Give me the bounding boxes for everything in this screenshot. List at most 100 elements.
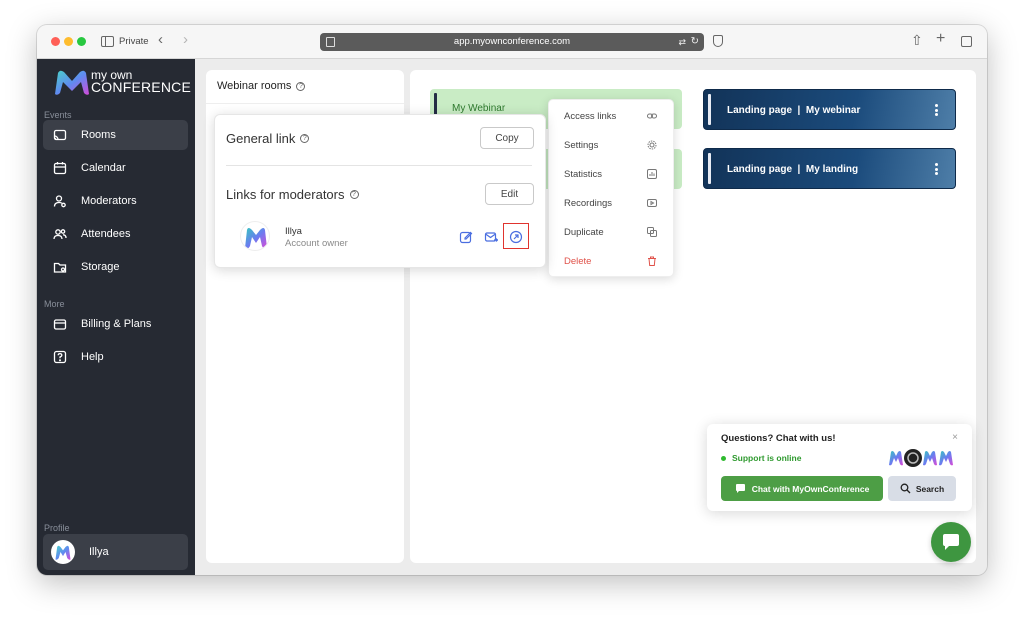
help-circle-icon[interactable]: ?: [349, 190, 359, 199]
zoom-window-button[interactable]: [77, 37, 86, 46]
edit-icon[interactable]: [459, 230, 473, 244]
divider: [206, 103, 404, 104]
wallet-icon: [53, 317, 67, 331]
landing-card-my-landing[interactable]: Landing page | My landing: [703, 148, 956, 189]
edit-button[interactable]: Edit: [485, 183, 534, 205]
moderators-links-heading: Links for moderators ?: [226, 187, 359, 202]
send-email-icon[interactable]: [484, 230, 498, 244]
moderators-links-title: Links for moderators: [226, 187, 345, 202]
highlight-box: [503, 223, 529, 249]
calendar-icon: [53, 161, 67, 175]
browser-titlebar: Private ‹ › app.myownconference.com ⇄ ↻ …: [37, 25, 987, 59]
general-link-title: General link: [226, 131, 296, 146]
online-dot-icon: [721, 455, 726, 461]
folder-icon: [53, 260, 67, 274]
support-status: Support is online: [721, 453, 801, 463]
search-button-label: Search: [915, 483, 945, 494]
landing-card-name: Landing page | My webinar: [727, 105, 861, 116]
more-section-label: More: [44, 299, 65, 309]
play-icon: [647, 199, 657, 207]
kebab-menu-icon[interactable]: [935, 104, 938, 116]
chart-icon: [647, 169, 657, 179]
link-icon: [647, 113, 657, 119]
chat-launcher-button[interactable]: [931, 522, 971, 562]
cast-icon: [53, 128, 67, 142]
events-section-label: Events: [44, 110, 72, 120]
menu-item-label: Statistics: [564, 169, 603, 180]
landing-card-my-webinar[interactable]: Landing page | My webinar: [703, 89, 956, 130]
chat-with-us-button[interactable]: Chat with MyOwnConference: [721, 476, 883, 501]
sidebar-item-calendar[interactable]: Calendar: [43, 153, 188, 183]
sidebar-item-moderators[interactable]: Moderators: [43, 186, 188, 216]
moderator-role: Account owner: [285, 238, 348, 249]
sidebar-item-label: Storage: [81, 261, 120, 273]
menu-item-recordings[interactable]: Recordings: [549, 189, 673, 218]
sidebar-item-storage[interactable]: Storage: [43, 252, 188, 282]
tabs-overview-icon[interactable]: [961, 36, 972, 47]
trash-icon: [648, 256, 656, 266]
address-bar[interactable]: app.myownconference.com ⇄ ↻: [320, 33, 704, 51]
sidebar-item-billing[interactable]: Billing & Plans: [43, 309, 188, 339]
url-text: app.myownconference.com: [453, 36, 571, 47]
landing-card-name: Landing page | My landing: [727, 164, 859, 175]
sidebar-item-label: Moderators: [81, 195, 137, 207]
moderator-name: Illya: [285, 226, 302, 237]
minimize-window-button[interactable]: [64, 37, 73, 46]
chat-widget: Questions? Chat with us! × Support is on…: [707, 424, 972, 511]
menu-item-settings[interactable]: Settings: [549, 131, 673, 160]
landing-card-accent-bar: [708, 94, 711, 125]
logo-icon[interactable]: [53, 67, 91, 97]
search-button[interactable]: Search: [888, 476, 956, 501]
sidebar-item-rooms[interactable]: Rooms: [43, 120, 188, 150]
sidebar-item-label: Billing & Plans: [81, 318, 152, 330]
menu-item-statistics[interactable]: Statistics: [549, 160, 673, 189]
profile-name: Illya: [89, 546, 109, 558]
close-icon[interactable]: ×: [952, 432, 958, 443]
close-window-button[interactable]: [51, 37, 60, 46]
chat-bubble-icon: [735, 484, 745, 493]
share-icon[interactable]: ⇧: [911, 32, 923, 49]
profile-card[interactable]: Illya: [43, 534, 188, 570]
search-icon: [900, 483, 911, 494]
sidebar-item-label: Rooms: [81, 129, 116, 141]
menu-item-label: Settings: [564, 140, 599, 151]
kebab-menu-icon[interactable]: [935, 163, 938, 175]
translate-icon[interactable]: ⇄: [678, 33, 686, 51]
sidebar-item-label: Calendar: [81, 162, 126, 174]
sidebar-toggle-icon[interactable]: [101, 36, 114, 47]
copy-icon: [647, 227, 657, 237]
help-circle-icon[interactable]: ?: [300, 134, 310, 143]
menu-item-access-links[interactable]: Access links: [549, 102, 673, 131]
rooms-panel-header: Webinar rooms ?: [217, 80, 306, 92]
chat-title: Questions? Chat with us!: [721, 433, 836, 444]
shield-icon[interactable]: [713, 35, 723, 47]
rooms-panel-title: Webinar rooms: [217, 80, 292, 92]
room-card-name: My Webinar: [452, 103, 506, 114]
help-circle-icon[interactable]: ?: [296, 81, 306, 91]
menu-item-label: Recordings: [564, 198, 613, 209]
support-avatars: [889, 449, 953, 467]
room-actions-menu: Access links Settings Statistics Recordi…: [548, 99, 674, 277]
logo-text: my own CONFERENCE: [91, 69, 192, 95]
copy-button[interactable]: Copy: [480, 127, 534, 149]
menu-item-label: Duplicate: [564, 227, 604, 238]
question-icon: [53, 350, 67, 364]
support-status-text: Support is online: [732, 453, 802, 463]
sidebar-item-label: Help: [81, 351, 104, 363]
users-icon: [53, 227, 67, 241]
chat-bubble-icon: [943, 534, 959, 550]
sidebar-item-help[interactable]: Help: [43, 342, 188, 372]
forward-arrow-icon[interactable]: ›: [183, 31, 188, 48]
back-arrow-icon[interactable]: ‹: [158, 31, 163, 48]
chat-button-label: Chat with MyOwnConference: [751, 483, 870, 494]
menu-item-delete[interactable]: Delete: [549, 247, 673, 276]
menu-item-label: Access links: [564, 111, 617, 122]
app-sidebar: my own CONFERENCE Events Rooms Calendar …: [37, 59, 195, 575]
reload-icon[interactable]: ↻: [691, 33, 699, 51]
page-icon: [326, 37, 335, 47]
sidebar-item-attendees[interactable]: Attendees: [43, 219, 188, 249]
general-link-heading: General link ?: [226, 131, 310, 146]
menu-item-duplicate[interactable]: Duplicate: [549, 218, 673, 247]
new-tab-icon[interactable]: +: [936, 30, 945, 48]
logo-line-2: CONFERENCE: [91, 79, 192, 95]
